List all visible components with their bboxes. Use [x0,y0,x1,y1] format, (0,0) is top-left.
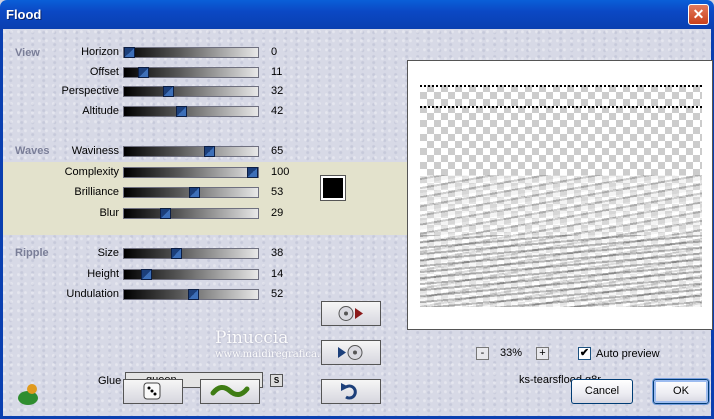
wave-icon [210,385,250,397]
slider-thumb[interactable] [160,207,171,219]
offset-slider[interactable] [123,66,259,78]
waviness-slider[interactable] [123,146,259,157]
preview-panel[interactable] [407,60,713,330]
slider-value: 38 [271,247,284,259]
dialog-body: View Horizon 0 Offset 11 Perspective 32 Altitu… [0,29,714,419]
slider-value: 53 [271,186,284,198]
plugin-logo-icon [18,384,38,405]
slider-label: Undulation [66,288,119,300]
close-button[interactable]: ✕ [688,4,709,25]
save-preset-icon [338,306,363,321]
reset-button[interactable] [321,379,381,404]
zoom-in-button[interactable]: + [536,347,549,360]
slider-label: Waviness [71,145,119,157]
undo-icon [341,383,357,400]
complexity-slider[interactable] [123,166,259,178]
slider-thumb[interactable] [204,146,215,157]
water-ripples [420,235,702,307]
dice-icon [143,382,161,400]
blur-slider[interactable] [123,207,259,219]
slider-thumb[interactable] [247,166,258,178]
slider-value: 42 [271,104,284,117]
slider-row-blur: Blur 29 [3,207,303,221]
slider-thumb[interactable] [141,268,152,280]
slider-thumb[interactable] [176,105,187,117]
slider-label: Altitude [82,104,119,117]
horizon-slider[interactable] [123,47,259,58]
load-preset-button[interactable] [321,340,381,365]
slider-row-altitude: Altitude 42 [3,105,303,119]
brilliance-slider[interactable] [123,187,259,198]
auto-preview-checkbox[interactable]: ✔ [578,347,591,360]
slider-thumb[interactable] [171,248,182,259]
slider-value: 0 [271,46,278,58]
slider-value: 32 [271,85,284,97]
preview-image [420,85,702,307]
slider-value: 11 [271,65,283,78]
watermark-url: www.maidiregrafica.eu [215,349,333,360]
perspective-slider[interactable] [123,86,259,97]
slider-row-complexity: Complexity 100 [3,166,303,180]
slider-row-perspective: Perspective 32 [3,85,303,99]
slider-row-undulation: Undulation 52 [3,288,303,302]
slider-thumb[interactable] [163,86,174,97]
title-bar[interactable]: Flood ✕ [0,0,714,29]
wave-color-swatch[interactable] [320,175,346,201]
save-preset-button[interactable] [321,301,381,326]
horizon-line-top [420,85,702,87]
slider-value: 14 [271,267,284,280]
size-slider[interactable] [123,248,259,259]
slider-label: Size [97,247,119,259]
slider-value: 100 [271,165,290,178]
random-button[interactable] [123,379,183,404]
slider-row-horizon: Horizon 0 [3,46,303,60]
altitude-slider[interactable] [123,105,259,117]
zoom-out-button[interactable]: - [476,347,489,360]
cancel-button[interactable]: Cancel [571,379,633,404]
slider-value: 65 [271,145,284,157]
slider-thumb[interactable] [188,289,199,300]
undulation-slider[interactable] [123,289,259,300]
slider-label: Height [87,267,119,280]
slider-label: Perspective [61,85,119,97]
effect-toggle-button[interactable] [200,379,260,404]
auto-preview-label: Auto preview [596,348,660,360]
slider-value: 52 [271,288,284,300]
load-preset-icon [338,345,363,360]
ok-button[interactable]: OK [652,378,710,405]
slider-label: Blur [99,206,119,219]
height-slider[interactable] [123,268,259,280]
glue-label: Glue [98,375,122,387]
slider-row-offset: Offset 11 [3,66,303,80]
slider-thumb[interactable] [124,47,135,58]
glue-s-button[interactable]: S [270,374,283,387]
slider-label: Offset [89,65,119,78]
slider-row-size: Size 38 [3,247,303,261]
slider-row-height: Height 14 [3,268,303,282]
horizon-line-bottom [420,106,702,108]
slider-row-waviness: Waviness 65 [3,145,303,159]
zoom-level: 33% [500,347,523,359]
slider-label: Horizon [81,46,119,58]
slider-label: Complexity [64,165,119,178]
slider-row-brilliance: Brilliance 53 [3,186,303,200]
slider-label: Brilliance [74,186,119,198]
slider-value: 29 [271,206,284,219]
window-title: Flood [6,7,42,22]
slider-thumb[interactable] [189,187,200,198]
watermark-name: Pinuccia [215,328,289,348]
slider-thumb[interactable] [138,66,149,78]
